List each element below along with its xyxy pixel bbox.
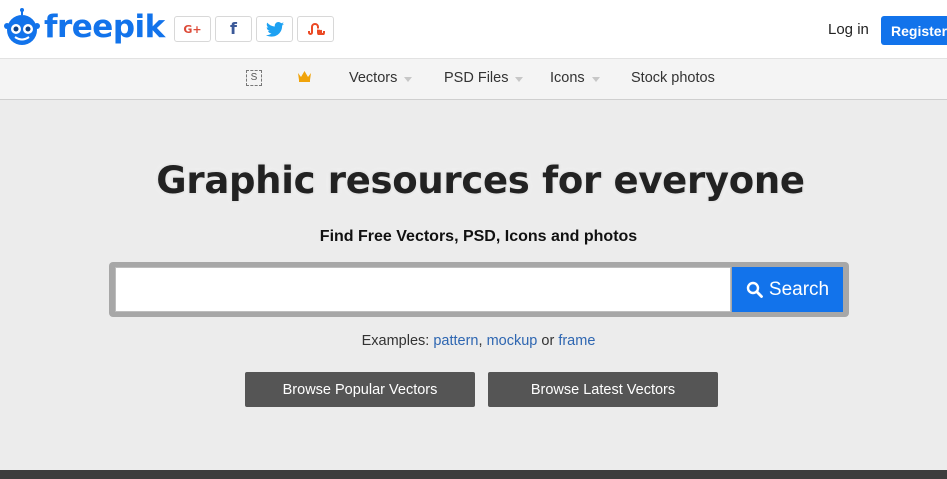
nav-item-label: Stock photos — [631, 70, 715, 86]
example-link-pattern[interactable]: pattern — [433, 333, 478, 349]
site-header: freepik G+ f Log in Register — [0, 0, 947, 58]
example-link-mockup[interactable]: mockup — [487, 333, 538, 349]
footer-bar — [0, 470, 947, 479]
brand-name: freepik — [44, 8, 165, 45]
hero-title: Graphic resources for everyone — [156, 159, 805, 202]
crown-icon[interactable] — [297, 69, 312, 82]
freepik-logo[interactable]: freepik — [4, 8, 165, 46]
facebook-icon: f — [230, 19, 237, 38]
google-plus-share-button[interactable]: G+ — [174, 16, 211, 42]
freepik-mascot-icon — [4, 8, 40, 45]
search-bar: Search — [109, 262, 849, 317]
search-button-label: Search — [768, 278, 830, 300]
main-nav: S Vectors PSD Files Icons Stock photos — [0, 58, 947, 100]
examples-separator: , — [478, 333, 483, 349]
nav-item-label: Vectors — [349, 70, 398, 86]
nav-item-vectors[interactable]: Vectors — [349, 70, 413, 86]
browse-latest-vectors-button[interactable]: Browse Latest Vectors — [488, 372, 718, 407]
register-button[interactable]: Register — [881, 16, 947, 45]
chevron-down-icon — [515, 76, 524, 82]
twitter-icon — [265, 21, 284, 37]
example-link-frame[interactable]: frame — [558, 333, 595, 349]
examples-or: or — [541, 333, 555, 349]
stumbleupon-share-button[interactable] — [297, 16, 334, 42]
nav-item-icons[interactable]: Icons — [550, 70, 600, 86]
chevron-down-icon — [591, 76, 600, 82]
chevron-down-icon — [404, 76, 413, 82]
browse-popular-vectors-button[interactable]: Browse Popular Vectors — [245, 372, 475, 407]
search-examples: Examples: pattern, mockup or frame — [0, 333, 947, 349]
facebook-share-button[interactable]: f — [215, 16, 252, 42]
s-icon[interactable]: S — [246, 70, 262, 86]
nav-item-label: Icons — [550, 70, 585, 86]
search-input[interactable] — [115, 267, 731, 312]
search-icon — [746, 281, 763, 298]
hero-subtitle: Find Free Vectors, PSD, Icons and photos — [319, 228, 638, 245]
search-button[interactable]: Search — [732, 267, 843, 312]
nav-item-label: PSD Files — [444, 70, 509, 86]
twitter-share-button[interactable] — [256, 16, 293, 42]
stumbleupon-icon — [307, 23, 325, 35]
google-plus-icon: G+ — [183, 22, 202, 36]
nav-item-stock-photos[interactable]: Stock photos — [631, 70, 715, 86]
nav-item-psd-files[interactable]: PSD Files — [444, 70, 524, 86]
examples-prefix: Examples: — [361, 333, 430, 349]
login-link[interactable]: Log in — [828, 21, 869, 38]
